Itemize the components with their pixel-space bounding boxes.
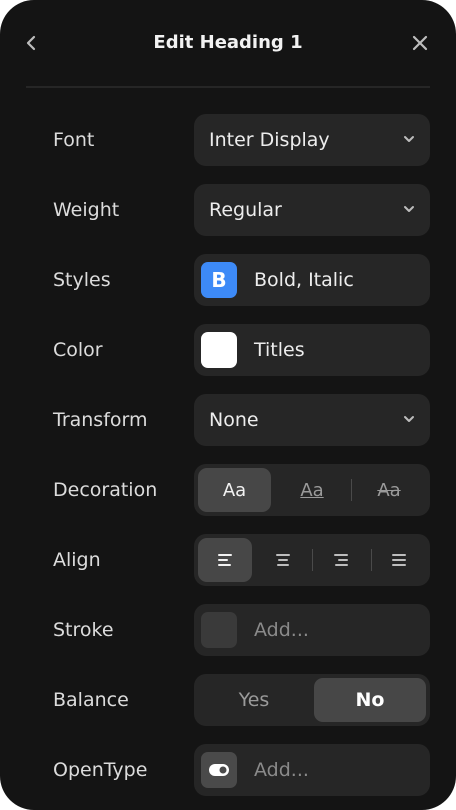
stroke-add-field[interactable]: Add... — [194, 604, 430, 656]
opentype-placeholder: Add... — [254, 759, 309, 781]
toggle-icon — [201, 752, 237, 788]
chevron-down-icon — [404, 416, 414, 422]
align-right-option[interactable] — [314, 538, 368, 582]
align-right-icon — [334, 554, 348, 566]
transform-value: None — [209, 409, 259, 431]
panel-header: Edit Heading 1 — [0, 0, 456, 88]
close-icon — [412, 35, 428, 51]
close-button[interactable] — [409, 32, 431, 54]
decoration-none-option[interactable]: Aa — [198, 468, 271, 512]
styles-picker[interactable]: B Bold, Italic — [194, 254, 430, 306]
align-segmented — [194, 534, 430, 586]
chevron-down-icon — [404, 136, 414, 142]
decoration-none-label: Aa — [222, 479, 247, 501]
balance-no-label: No — [355, 689, 385, 711]
bold-icon-letter: B — [211, 268, 227, 292]
color-picker[interactable]: Titles — [194, 324, 430, 376]
balance-yes-label: Yes — [238, 689, 270, 711]
transform-select[interactable]: None — [194, 394, 430, 446]
opentype-label: OpenType — [53, 759, 148, 781]
page-title: Edit Heading 1 — [153, 32, 303, 53]
decoration-label: Decoration — [53, 479, 158, 501]
decoration-segmented: Aa Aa Aa — [194, 464, 430, 516]
decoration-strikethrough-option[interactable]: Aa — [352, 468, 426, 512]
decoration-underline-label: Aa — [300, 479, 324, 501]
styles-value: Bold, Italic — [254, 269, 354, 291]
transform-label: Transform — [53, 409, 148, 431]
edit-heading-panel: Edit Heading 1 Font Inter Display Weight… — [0, 0, 456, 810]
chevron-down-icon — [404, 206, 414, 212]
toggle-switch-icon — [209, 764, 229, 776]
weight-select[interactable]: Regular — [194, 184, 430, 236]
bold-style-icon: B — [201, 262, 237, 298]
weight-value: Regular — [209, 199, 282, 221]
stroke-label: Stroke — [53, 619, 114, 641]
align-justify-option[interactable] — [372, 538, 426, 582]
align-center-option[interactable] — [256, 538, 310, 582]
header-divider — [26, 86, 430, 88]
font-value: Inter Display — [209, 129, 330, 151]
color-value: Titles — [254, 339, 305, 361]
align-justify-icon — [392, 554, 406, 566]
opentype-add-field[interactable]: Add... — [194, 744, 430, 796]
decoration-strikethrough-label: Aa — [377, 479, 401, 501]
weight-label: Weight — [53, 199, 120, 221]
stroke-placeholder: Add... — [254, 619, 309, 641]
decoration-underline-option[interactable]: Aa — [274, 468, 350, 512]
balance-label: Balance — [53, 689, 129, 711]
color-swatch — [201, 332, 237, 368]
align-center-icon — [276, 554, 290, 566]
align-separator-1 — [312, 549, 313, 571]
align-label: Align — [53, 549, 101, 571]
font-label: Font — [53, 129, 95, 151]
styles-label: Styles — [53, 269, 111, 291]
balance-no-option[interactable]: No — [314, 678, 426, 722]
stroke-swatch — [201, 612, 237, 648]
balance-yes-option[interactable]: Yes — [198, 678, 310, 722]
align-left-icon — [218, 554, 232, 566]
font-select[interactable]: Inter Display — [194, 114, 430, 166]
color-label: Color — [53, 339, 103, 361]
align-left-option[interactable] — [198, 538, 252, 582]
balance-segmented: Yes No — [194, 674, 430, 726]
